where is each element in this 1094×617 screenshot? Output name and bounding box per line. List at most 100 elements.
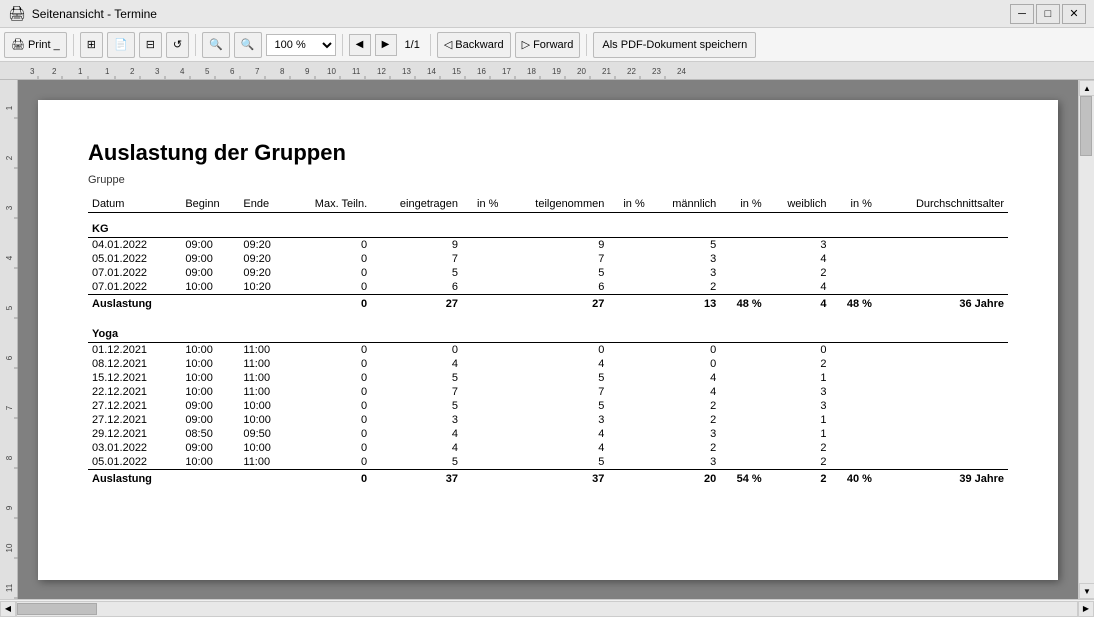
close-button[interactable]: ✕ bbox=[1062, 4, 1086, 24]
prev-page-btn[interactable]: ◀ bbox=[349, 34, 371, 56]
table-row: 27.12.202109:0010:0005523 bbox=[88, 399, 1008, 413]
auslastung-row: Auslastung037372054 %240 %39 Jahre bbox=[88, 470, 1008, 494]
zoom-out-btn[interactable]: 🔍 bbox=[202, 32, 230, 58]
vertical-scrollbar: ▲ ▼ bbox=[1078, 80, 1094, 599]
table-icon-btn[interactable]: ⊟ bbox=[139, 32, 162, 58]
table-cell: 10:00 bbox=[181, 455, 239, 470]
table-cell: 0 bbox=[288, 252, 371, 266]
table-cell bbox=[831, 399, 876, 413]
group-icon-btn[interactable]: ⊞ bbox=[80, 32, 103, 58]
table-cell bbox=[720, 455, 765, 470]
col-durchschnitt: Durchschnittsalter bbox=[876, 196, 1008, 213]
auslastung-cell: 54 % bbox=[720, 470, 765, 494]
table-cell: 5 bbox=[502, 266, 608, 280]
table-cell: 4 bbox=[502, 441, 608, 455]
zoom-in-icon: 🔍 bbox=[241, 38, 255, 51]
window-controls: ─ □ ✕ bbox=[1010, 4, 1086, 24]
col-eingetragen: eingetragen bbox=[371, 196, 462, 213]
table-cell: 0 bbox=[288, 441, 371, 455]
table-cell: 10:00 bbox=[181, 357, 239, 371]
separator-2 bbox=[195, 34, 196, 56]
table-cell: 0 bbox=[288, 371, 371, 385]
table-cell: 4 bbox=[371, 427, 462, 441]
table-cell: 09:00 bbox=[181, 252, 239, 266]
table-cell bbox=[462, 266, 502, 280]
svg-text:5: 5 bbox=[205, 67, 210, 76]
table-cell: 3 bbox=[766, 385, 831, 399]
ruler-top-svg: 3 2 1 1 2 3 4 5 6 7 8 9 10 11 12 13 14 1… bbox=[0, 62, 1094, 80]
table-cell: 7 bbox=[502, 385, 608, 399]
table-cell: 03.01.2022 bbox=[88, 441, 181, 455]
table-cell bbox=[876, 266, 1008, 280]
auslastung-cell: 4 bbox=[766, 295, 831, 319]
table-cell bbox=[720, 357, 765, 371]
scroll-up-btn[interactable]: ▲ bbox=[1079, 80, 1094, 96]
svg-text:11: 11 bbox=[352, 67, 361, 76]
table-cell: 3 bbox=[371, 413, 462, 427]
table-cell: 2 bbox=[649, 280, 721, 295]
zoom-in-btn[interactable]: 🔍 bbox=[234, 32, 262, 58]
table-cell: 9 bbox=[502, 238, 608, 253]
table-cell: 27.12.2021 bbox=[88, 413, 181, 427]
table-row: 03.01.202209:0010:0004422 bbox=[88, 441, 1008, 455]
table-icon: ⊟ bbox=[146, 38, 155, 51]
svg-text:16: 16 bbox=[477, 67, 486, 76]
zoom-select[interactable]: 100 % bbox=[266, 34, 336, 56]
table-cell: 0 bbox=[288, 266, 371, 280]
auslastung-cell: 0 bbox=[288, 295, 371, 319]
horizontal-scrollbar[interactable] bbox=[16, 601, 1078, 617]
table-cell: 09:50 bbox=[239, 427, 288, 441]
table-cell: 2 bbox=[649, 399, 721, 413]
table-cell bbox=[462, 371, 502, 385]
forward-btn[interactable]: ▷ Forward bbox=[515, 32, 581, 58]
svg-text:8: 8 bbox=[280, 67, 285, 76]
auslastung-row: Auslastung027271348 %448 %36 Jahre bbox=[88, 295, 1008, 319]
backward-btn[interactable]: ◁ Backward bbox=[437, 32, 511, 58]
maximize-button[interactable]: □ bbox=[1036, 4, 1060, 24]
table-row: 15.12.202110:0011:0005541 bbox=[88, 371, 1008, 385]
table-cell bbox=[462, 238, 502, 253]
minimize-button[interactable]: ─ bbox=[1010, 4, 1034, 24]
refresh-icon-btn[interactable]: ↺ bbox=[166, 32, 189, 58]
auslastung-cell: 13 bbox=[649, 295, 721, 319]
svg-text:5: 5 bbox=[5, 305, 14, 310]
auslastung-cell: 48 % bbox=[720, 295, 765, 319]
table-cell bbox=[831, 371, 876, 385]
auslastung-cell: 48 % bbox=[831, 295, 876, 319]
table-row: 05.01.202210:0011:0005532 bbox=[88, 455, 1008, 470]
h-scroll-thumb[interactable] bbox=[17, 603, 97, 615]
table-cell bbox=[876, 413, 1008, 427]
table-row: 07.01.202210:0010:2006624 bbox=[88, 280, 1008, 295]
table-cell: 4 bbox=[371, 441, 462, 455]
report-subtitle: Gruppe bbox=[88, 174, 1008, 186]
group-icon: ⊞ bbox=[87, 38, 96, 51]
table-cell bbox=[831, 385, 876, 399]
auslastung-cell: 27 bbox=[371, 295, 462, 319]
table-cell bbox=[608, 371, 648, 385]
printer-icon-btn[interactable]: 🖨 Print _ bbox=[4, 32, 67, 58]
scroll-thumb[interactable] bbox=[1080, 96, 1092, 156]
table-cell bbox=[831, 343, 876, 358]
scroll-area[interactable]: Auslastung der Gruppen Gruppe Datum Begi… bbox=[18, 80, 1078, 599]
save-pdf-btn[interactable]: Als PDF-Dokument speichern bbox=[593, 32, 756, 58]
scroll-down-btn[interactable]: ▼ bbox=[1079, 583, 1094, 599]
scroll-right-btn[interactable]: ▶ bbox=[1078, 601, 1094, 617]
printer-icon: 🖨 bbox=[11, 38, 25, 51]
table-cell: 0 bbox=[649, 357, 721, 371]
table-cell bbox=[876, 441, 1008, 455]
col-maennlich-pct: in % bbox=[720, 196, 765, 213]
table-cell: 0 bbox=[649, 343, 721, 358]
table-row: 22.12.202110:0011:0007743 bbox=[88, 385, 1008, 399]
scroll-left-btn[interactable]: ◀ bbox=[0, 601, 16, 617]
table-cell: 0 bbox=[288, 385, 371, 399]
table-cell: 11:00 bbox=[239, 371, 288, 385]
auslastung-cell bbox=[181, 295, 239, 319]
next-page-btn[interactable]: ▶ bbox=[375, 34, 397, 56]
table-cell bbox=[720, 399, 765, 413]
table-cell: 7 bbox=[371, 252, 462, 266]
table-cell: 2 bbox=[766, 357, 831, 371]
report-table: Datum Beginn Ende Max. Teiln. eingetrage… bbox=[88, 196, 1008, 493]
table-cell bbox=[876, 238, 1008, 253]
table-cell: 09:20 bbox=[239, 266, 288, 280]
copy-icon-btn[interactable]: 📄 bbox=[107, 32, 135, 58]
